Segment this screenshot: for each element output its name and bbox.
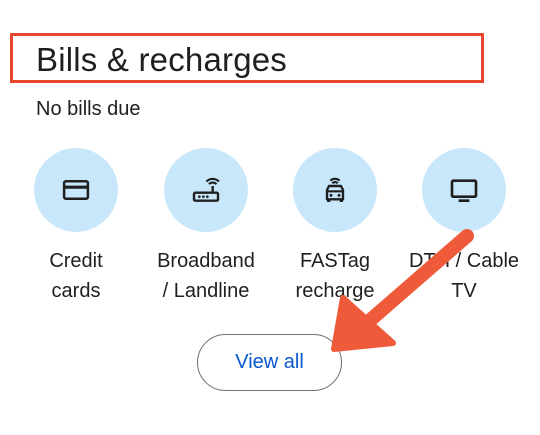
router-icon <box>192 177 220 202</box>
tv-icon-circle <box>422 148 506 232</box>
section-title: Bills & recharges <box>36 41 287 78</box>
tile-credit-cards[interactable]: Credit cards <box>6 148 146 306</box>
car-icon-circle <box>293 148 377 232</box>
credit-card-icon-circle <box>34 148 118 232</box>
tv-icon <box>450 179 478 202</box>
tile-fastag-recharge[interactable]: FASTag recharge <box>265 148 405 306</box>
tile-broadband-landline[interactable]: Broadband / Landline <box>136 148 276 306</box>
credit-card-icon <box>62 180 90 200</box>
car-icon <box>325 177 345 202</box>
tile-label: FASTag recharge <box>295 250 375 302</box>
bills-recharges-screen: Bills & recharges No bills due Credit ca… <box>0 0 540 435</box>
tile-dth-cable-tv[interactable]: DTH / Cable TV <box>394 148 534 306</box>
tile-label: Broadband / Landline <box>157 250 255 302</box>
router-icon-circle <box>164 148 248 232</box>
tile-label: DTH / Cable TV <box>408 250 520 302</box>
tile-label: Credit cards <box>49 250 103 302</box>
bills-status-text: No bills due <box>36 98 141 120</box>
view-all-button[interactable]: View all <box>197 334 342 391</box>
